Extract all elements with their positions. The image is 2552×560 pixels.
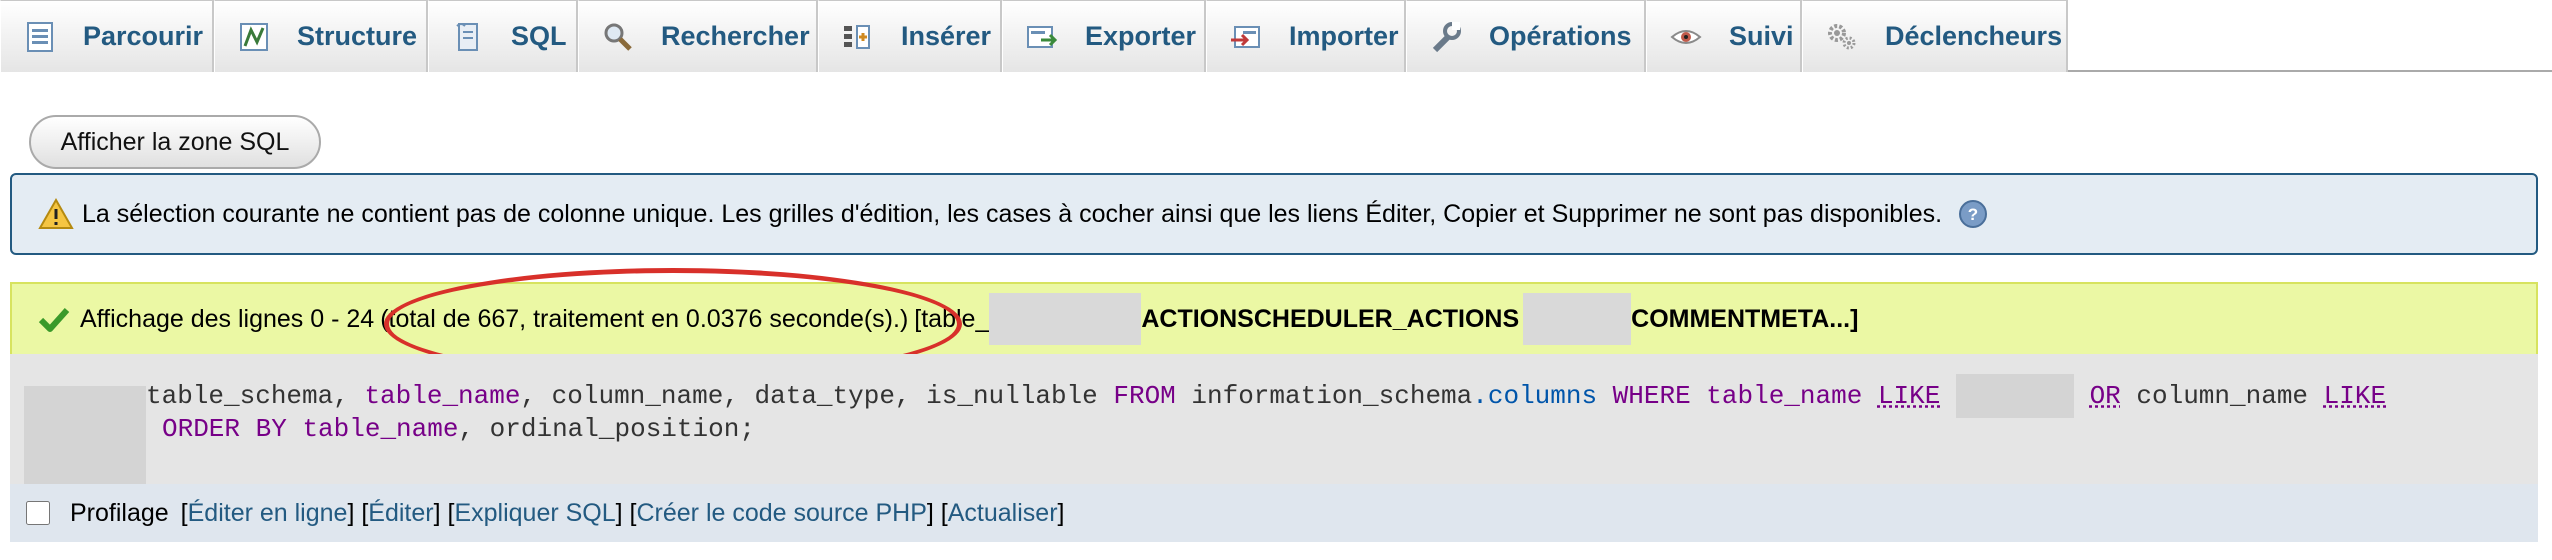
sql-query-box: table_schema, table_name, column_name, d… <box>10 354 2538 484</box>
tab-operations[interactable]: Opérations <box>1406 0 1646 72</box>
import-icon <box>1229 20 1263 54</box>
tab-sql[interactable]: SQL <box>428 0 578 72</box>
tab-label: Importer <box>1289 21 1399 51</box>
warning-icon <box>38 197 74 231</box>
create-php-code-link[interactable]: Créer le code source PHP <box>637 499 927 528</box>
tab-label: Rechercher <box>661 21 810 51</box>
tab-label: Opérations <box>1489 21 1632 51</box>
sql-keyword-like[interactable]: LIKE <box>1878 381 1940 411</box>
table-list-prefix: [table_ <box>914 304 990 333</box>
svg-text:?: ? <box>1968 205 1978 224</box>
edit-link[interactable]: Éditer <box>368 499 433 528</box>
structure-icon <box>237 20 271 54</box>
search-icon <box>601 20 635 54</box>
sql-token: columns <box>1487 380 1598 411</box>
result-info-box: Affichage des lignes 0 - 24 (total de 66… <box>10 282 2538 354</box>
browse-icon <box>23 20 57 54</box>
profiling-label: Profilage <box>70 498 169 527</box>
sql-line-2: ORDER BY table_name, ordinal_position; <box>162 414 755 444</box>
checkmark-icon <box>38 305 70 333</box>
tab-import[interactable]: Importer <box>1206 0 1406 72</box>
edit-inline-link[interactable]: Éditer en ligne <box>188 499 348 528</box>
tab-browse[interactable]: Parcourir <box>0 0 214 72</box>
gears-icon <box>1825 20 1859 54</box>
refresh-link[interactable]: Actualiser <box>948 499 1058 528</box>
tab-triggers[interactable]: Déclencheurs <box>1802 0 2068 72</box>
sql-keyword-or[interactable]: OR <box>2090 381 2121 411</box>
notice-message: La sélection courante ne contient pas de… <box>82 199 1943 228</box>
insert-icon <box>841 20 875 54</box>
redacted-block <box>24 386 146 484</box>
table-name-commentmeta: COMMENTMETA...] <box>1631 304 1859 333</box>
sql-keyword-order-by: ORDER BY <box>162 414 303 444</box>
table-name-actionscheduler: ACTIONSCHEDULER_ACTIONS <box>1141 304 1520 333</box>
tab-structure[interactable]: Structure <box>214 0 428 72</box>
bracket: ] [ <box>926 498 948 527</box>
sql-token: , ordinal_position; <box>458 414 755 444</box>
bracket: ] [ <box>433 498 455 527</box>
sql-token: table_name <box>302 414 459 444</box>
sql-token: table_name <box>1706 380 1863 411</box>
sql-token: . <box>1472 380 1488 411</box>
sql-token: , column_name, data_type, is_nullable <box>520 380 1114 411</box>
profiling-checkbox[interactable] <box>26 501 50 525</box>
tab-insert[interactable]: Insérer <box>818 0 1002 72</box>
tab-tracking[interactable]: Suivi <box>1646 0 1802 72</box>
bracket: ] <box>1057 498 1065 527</box>
redacted-block <box>1955 374 2074 418</box>
query-actions-bar: Profilage [ Éditer en ligne ] [ Éditer ]… <box>10 484 2538 542</box>
sql-token: column_name <box>2120 380 2324 411</box>
sql-keyword-from: FROM <box>1113 380 1176 411</box>
bracket: ] [ <box>347 498 369 527</box>
tab-label: Parcourir <box>83 21 204 51</box>
redacted-block <box>1523 293 1632 345</box>
export-icon <box>1025 20 1059 54</box>
tab-export[interactable]: Exporter <box>1002 0 1206 72</box>
sql-token: table_schema, <box>146 380 365 411</box>
rows-range-text: Affichage des lignes 0 - 24 <box>80 304 375 333</box>
help-icon[interactable]: ? <box>1958 199 1988 229</box>
explain-sql-link[interactable]: Expliquer SQL <box>454 499 615 528</box>
show-sql-area-button[interactable]: Afficher la zone SQL <box>29 115 321 169</box>
tab-label: Structure <box>297 21 418 51</box>
wrench-icon <box>1429 20 1463 54</box>
bracket: ] [ <box>615 498 637 527</box>
notice-box: La sélection courante ne contient pas de… <box>10 173 2538 255</box>
tab-label: Suivi <box>1729 21 1794 51</box>
tab-label: SQL <box>511 21 567 51</box>
tab-label: Déclencheurs <box>1885 21 2063 51</box>
sql-token: information_schema <box>1175 380 1473 411</box>
sql-icon <box>451 20 485 54</box>
total-rows-text: (total de 667, traitement en 0.0376 seco… <box>380 304 909 333</box>
eye-icon <box>1669 20 1703 54</box>
redacted-block <box>989 293 1142 345</box>
top-tab-bar: Parcourir Structure SQL Rechercher Insér… <box>0 0 2552 72</box>
sql-line-1: table_schema, table_name, column_name, d… <box>146 374 2386 418</box>
bracket: [ <box>180 498 188 527</box>
sql-token: table_name <box>364 380 521 411</box>
tab-label: Insérer <box>901 21 992 51</box>
tab-label: Exporter <box>1085 21 1197 51</box>
sql-keyword-where: WHERE <box>1597 380 1707 411</box>
sql-keyword-like[interactable]: LIKE <box>2324 381 2386 411</box>
tab-search[interactable]: Rechercher <box>578 0 818 72</box>
